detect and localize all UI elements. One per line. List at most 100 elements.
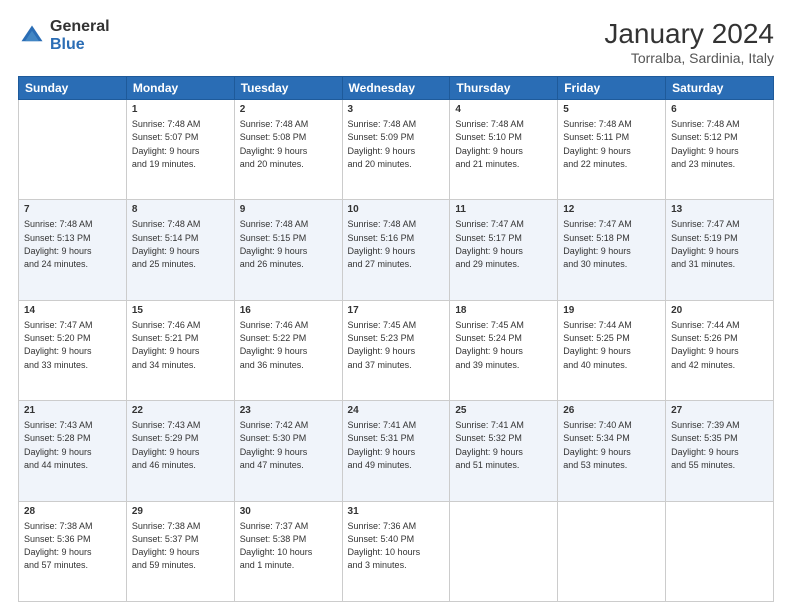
calendar-table: SundayMondayTuesdayWednesdayThursdayFrid… xyxy=(18,76,774,602)
calendar-header-sunday: Sunday xyxy=(19,77,127,100)
cell-content: Sunrise: 7:43 AM Sunset: 5:28 PM Dayligh… xyxy=(24,420,93,470)
cell-content: Sunrise: 7:47 AM Sunset: 5:19 PM Dayligh… xyxy=(671,219,740,269)
calendar-week-row: 7 Sunrise: 7:48 AM Sunset: 5:13 PM Daylig… xyxy=(19,200,774,300)
cell-content: Sunrise: 7:48 AM Sunset: 5:09 PM Dayligh… xyxy=(348,119,417,169)
calendar-cell: 31 Sunrise: 7:36 AM Sunset: 5:40 PM Dayli… xyxy=(342,501,450,601)
calendar-cell: 8Sunrise: 7:48 AM Sunset: 5:14 PM Daylig… xyxy=(126,200,234,300)
calendar-cell: 27 Sunrise: 7:39 AM Sunset: 5:35 PM Dayli… xyxy=(666,401,774,501)
cell-content: Sunrise: 7:36 AM Sunset: 5:40 PM Dayligh… xyxy=(348,521,421,571)
day-number: 30 xyxy=(240,505,337,519)
calendar-header-wednesday: Wednesday xyxy=(342,77,450,100)
calendar-cell: 24 Sunrise: 7:41 AM Sunset: 5:31 PM Dayli… xyxy=(342,401,450,501)
day-number: 8 xyxy=(132,203,229,217)
calendar-cell xyxy=(450,501,558,601)
calendar-week-row: 14 Sunrise: 7:47 AM Sunset: 5:20 PM Dayli… xyxy=(19,300,774,400)
cell-content: Sunrise: 7:48 AM Sunset: 5:12 PM Dayligh… xyxy=(671,119,740,169)
day-number: 10 xyxy=(348,203,445,217)
cell-content: Sunrise: 7:45 AM Sunset: 5:24 PM Dayligh… xyxy=(455,320,524,370)
calendar-cell: 20 Sunrise: 7:44 AM Sunset: 5:26 PM Dayli… xyxy=(666,300,774,400)
cell-content: Sunrise: 7:41 AM Sunset: 5:32 PM Dayligh… xyxy=(455,420,524,470)
day-number: 19 xyxy=(563,304,660,318)
cell-content: Sunrise: 7:47 AM Sunset: 5:18 PM Dayligh… xyxy=(563,219,632,269)
day-number: 11 xyxy=(455,203,552,217)
calendar-cell: 30 Sunrise: 7:37 AM Sunset: 5:38 PM Dayli… xyxy=(234,501,342,601)
day-number: 24 xyxy=(348,404,445,418)
day-number: 31 xyxy=(348,505,445,519)
logo: General Blue xyxy=(18,18,110,53)
calendar-cell xyxy=(666,501,774,601)
calendar-cell: 18 Sunrise: 7:45 AM Sunset: 5:24 PM Dayli… xyxy=(450,300,558,400)
calendar-header-thursday: Thursday xyxy=(450,77,558,100)
title-block: January 2024 Torralba, Sardinia, Italy xyxy=(604,18,774,66)
logo-blue-text: Blue xyxy=(50,36,110,54)
calendar-header-saturday: Saturday xyxy=(666,77,774,100)
day-number: 27 xyxy=(671,404,768,418)
day-number: 6 xyxy=(671,103,768,117)
day-number: 12 xyxy=(563,203,660,217)
cell-content: Sunrise: 7:47 AM Sunset: 5:17 PM Dayligh… xyxy=(455,219,524,269)
cell-content: Sunrise: 7:44 AM Sunset: 5:25 PM Dayligh… xyxy=(563,320,632,370)
cell-content: Sunrise: 7:37 AM Sunset: 5:38 PM Dayligh… xyxy=(240,521,313,571)
calendar-cell: 17Sunrise: 7:45 AM Sunset: 5:23 PM Dayli… xyxy=(342,300,450,400)
day-number: 22 xyxy=(132,404,229,418)
day-number: 21 xyxy=(24,404,121,418)
calendar-cell: 2 Sunrise: 7:48 AM Sunset: 5:08 PM Daylig… xyxy=(234,100,342,200)
logo-text: General Blue xyxy=(50,18,110,53)
calendar-week-row: 28Sunrise: 7:38 AM Sunset: 5:36 PM Dayli… xyxy=(19,501,774,601)
day-number: 7 xyxy=(24,203,121,217)
calendar-cell xyxy=(19,100,127,200)
cell-content: Sunrise: 7:38 AM Sunset: 5:37 PM Dayligh… xyxy=(132,521,201,571)
cell-content: Sunrise: 7:48 AM Sunset: 5:08 PM Dayligh… xyxy=(240,119,309,169)
day-number: 9 xyxy=(240,203,337,217)
cell-content: Sunrise: 7:48 AM Sunset: 5:16 PM Dayligh… xyxy=(348,219,417,269)
cell-content: Sunrise: 7:46 AM Sunset: 5:22 PM Dayligh… xyxy=(240,320,309,370)
cell-content: Sunrise: 7:40 AM Sunset: 5:34 PM Dayligh… xyxy=(563,420,632,470)
day-number: 4 xyxy=(455,103,552,117)
cell-content: Sunrise: 7:45 AM Sunset: 5:23 PM Dayligh… xyxy=(348,320,417,370)
day-number: 1 xyxy=(132,103,229,117)
day-number: 23 xyxy=(240,404,337,418)
calendar-cell: 23Sunrise: 7:42 AM Sunset: 5:30 PM Dayli… xyxy=(234,401,342,501)
calendar-cell: 22 Sunrise: 7:43 AM Sunset: 5:29 PM Dayli… xyxy=(126,401,234,501)
cell-content: Sunrise: 7:38 AM Sunset: 5:36 PM Dayligh… xyxy=(24,521,93,571)
cell-content: Sunrise: 7:41 AM Sunset: 5:31 PM Dayligh… xyxy=(348,420,417,470)
cell-content: Sunrise: 7:48 AM Sunset: 5:10 PM Dayligh… xyxy=(455,119,524,169)
day-number: 18 xyxy=(455,304,552,318)
cell-content: Sunrise: 7:39 AM Sunset: 5:35 PM Dayligh… xyxy=(671,420,740,470)
calendar-cell: 6 Sunrise: 7:48 AM Sunset: 5:12 PM Daylig… xyxy=(666,100,774,200)
calendar-cell: 25 Sunrise: 7:41 AM Sunset: 5:32 PM Dayli… xyxy=(450,401,558,501)
day-number: 13 xyxy=(671,203,768,217)
calendar-cell xyxy=(558,501,666,601)
day-number: 14 xyxy=(24,304,121,318)
day-number: 25 xyxy=(455,404,552,418)
calendar-cell: 16Sunrise: 7:46 AM Sunset: 5:22 PM Dayli… xyxy=(234,300,342,400)
calendar-cell: 29 Sunrise: 7:38 AM Sunset: 5:37 PM Dayli… xyxy=(126,501,234,601)
day-number: 26 xyxy=(563,404,660,418)
calendar-cell: 13 Sunrise: 7:47 AM Sunset: 5:19 PM Dayli… xyxy=(666,200,774,300)
day-number: 3 xyxy=(348,103,445,117)
cell-content: Sunrise: 7:43 AM Sunset: 5:29 PM Dayligh… xyxy=(132,420,201,470)
calendar-cell: 11 Sunrise: 7:47 AM Sunset: 5:17 PM Dayli… xyxy=(450,200,558,300)
month-year: January 2024 xyxy=(604,18,774,50)
day-number: 29 xyxy=(132,505,229,519)
cell-content: Sunrise: 7:48 AM Sunset: 5:11 PM Dayligh… xyxy=(563,119,632,169)
location: Torralba, Sardinia, Italy xyxy=(604,50,774,66)
calendar-cell: 14 Sunrise: 7:47 AM Sunset: 5:20 PM Dayli… xyxy=(19,300,127,400)
cell-content: Sunrise: 7:44 AM Sunset: 5:26 PM Dayligh… xyxy=(671,320,740,370)
calendar-cell: 1Sunrise: 7:48 AM Sunset: 5:07 PM Daylig… xyxy=(126,100,234,200)
cell-content: Sunrise: 7:48 AM Sunset: 5:15 PM Dayligh… xyxy=(240,219,309,269)
cell-content: Sunrise: 7:48 AM Sunset: 5:13 PM Dayligh… xyxy=(24,219,93,269)
day-number: 2 xyxy=(240,103,337,117)
day-number: 20 xyxy=(671,304,768,318)
calendar-cell: 4 Sunrise: 7:48 AM Sunset: 5:10 PM Daylig… xyxy=(450,100,558,200)
day-number: 15 xyxy=(132,304,229,318)
calendar-cell: 19 Sunrise: 7:44 AM Sunset: 5:25 PM Dayli… xyxy=(558,300,666,400)
calendar-header-friday: Friday xyxy=(558,77,666,100)
calendar-cell: 28Sunrise: 7:38 AM Sunset: 5:36 PM Dayli… xyxy=(19,501,127,601)
calendar-cell: 15Sunrise: 7:46 AM Sunset: 5:21 PM Dayli… xyxy=(126,300,234,400)
page: General Blue January 2024 Torralba, Sard… xyxy=(0,0,792,612)
calendar-header-row: SundayMondayTuesdayWednesdayThursdayFrid… xyxy=(19,77,774,100)
calendar-cell: 9 Sunrise: 7:48 AM Sunset: 5:15 PM Daylig… xyxy=(234,200,342,300)
cell-content: Sunrise: 7:47 AM Sunset: 5:20 PM Dayligh… xyxy=(24,320,93,370)
calendar-cell: 12 Sunrise: 7:47 AM Sunset: 5:18 PM Dayli… xyxy=(558,200,666,300)
